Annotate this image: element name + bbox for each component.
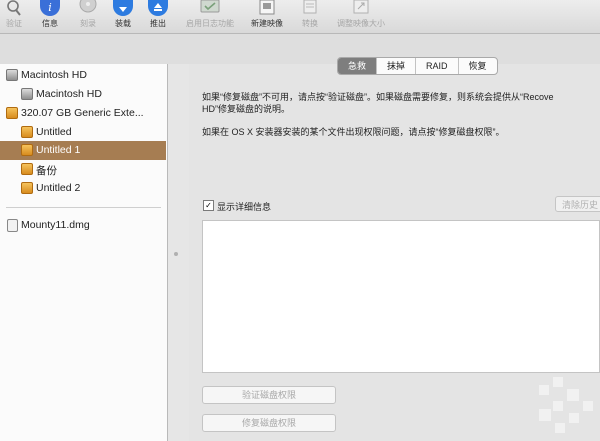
tab-bar: 急救 抹掉 RAID 恢复 xyxy=(337,57,498,75)
verify-icon xyxy=(7,0,21,16)
volume-icon xyxy=(21,163,33,175)
toolbar-convert-label: 转换 xyxy=(302,19,318,28)
sidebar-item-label: Untitled 1 xyxy=(36,144,81,156)
toolbar: 验证 i 信息 刻录 装载 推出 启用日志功能 新建映像 转换 调整映像大小 xyxy=(0,0,600,34)
svg-text:i: i xyxy=(48,1,52,14)
sidebar-item-untitled[interactable]: Untitled xyxy=(0,123,166,142)
toolbar-convert-button[interactable]: 转换 xyxy=(296,0,324,33)
sidebar-divider xyxy=(6,207,161,208)
info-icon: i xyxy=(40,0,60,16)
sidebar-item-untitled-2[interactable]: Untitled 2 xyxy=(0,179,166,198)
verify-permissions-button[interactable]: 验证磁盘权限 xyxy=(202,386,336,404)
tab-raid[interactable]: RAID xyxy=(415,58,458,74)
toolbar-burn-button[interactable]: 刻录 xyxy=(74,0,102,33)
tab-first-aid[interactable]: 急救 xyxy=(338,58,377,74)
sidebar-item-label: Mounty11.dmg xyxy=(21,219,90,231)
new-image-icon xyxy=(259,0,275,15)
toolbar-verify-button[interactable]: 验证 xyxy=(2,0,26,33)
toolbar-mount-button[interactable]: 装载 xyxy=(109,0,137,33)
convert-icon xyxy=(303,0,317,14)
toolbar-eject-button[interactable]: 推出 xyxy=(144,0,172,33)
sidebar-item-untitled-1[interactable]: Untitled 1 xyxy=(0,141,166,160)
toolbar-eject-label: 推出 xyxy=(150,19,166,28)
volume-icon xyxy=(21,182,33,194)
show-details-label: 显示详细信息 xyxy=(217,202,272,212)
sidebar-item-label: Untitled xyxy=(36,126,72,138)
sidebar-item-label: Macintosh HD xyxy=(36,88,102,100)
toolbar-mount-label: 装载 xyxy=(115,19,131,28)
disk-image-icon xyxy=(7,219,18,232)
first-aid-description-line1: 如果“修复磁盘”不可用，请点按“验证磁盘”。如果磁盘需要修复，则系统会提供从“R… xyxy=(202,92,554,102)
mount-icon xyxy=(113,0,133,16)
tab-erase[interactable]: 抹掉 xyxy=(376,58,415,74)
sidebar-item-macintosh-hd-volume[interactable]: Macintosh HD xyxy=(0,85,166,104)
eject-icon xyxy=(148,0,168,16)
tab-restore[interactable]: 恢复 xyxy=(457,58,497,74)
toolbar-info-label: 信息 xyxy=(42,19,58,28)
clear-history-button[interactable]: 清除历史 xyxy=(555,196,600,212)
toolbar-new-image-button[interactable]: 新建映像 xyxy=(246,0,288,33)
burn-icon xyxy=(79,0,97,13)
sidebar-item-label: Macintosh HD xyxy=(21,69,87,81)
show-details-checkbox[interactable]: ✓ xyxy=(203,200,214,211)
splitter-handle[interactable] xyxy=(174,252,178,256)
sidebar-item-label: 320.07 GB Generic Exte... xyxy=(21,107,144,119)
sidebar-item-backup[interactable]: 备份 xyxy=(0,160,166,179)
internal-disk-icon xyxy=(6,69,18,81)
toolbar-verify-label: 验证 xyxy=(6,19,22,28)
toolbar-journal-button[interactable]: 启用日志功能 xyxy=(180,0,240,33)
toolbar-info-button[interactable]: i 信息 xyxy=(36,0,64,33)
sidebar-item-external-disk[interactable]: 320.07 GB Generic Exte... xyxy=(0,104,166,123)
watermark-logo xyxy=(539,377,593,433)
sidebar-item-label: 备份 xyxy=(36,165,57,177)
permissions-description: 如果在 OS X 安装器安装的某个文件出现权限问题，请点按“修复磁盘权限”。 xyxy=(202,127,505,137)
details-log-area[interactable] xyxy=(202,220,600,373)
sidebar-disk-list[interactable]: Macintosh HD Macintosh HD 320.07 GB Gene… xyxy=(0,64,168,441)
toolbar-shadow-strip xyxy=(0,34,600,64)
resize-image-icon xyxy=(353,0,369,14)
toolbar-new-image-label: 新建映像 xyxy=(251,19,283,28)
journal-icon xyxy=(200,0,220,13)
toolbar-journal-label: 启用日志功能 xyxy=(186,19,234,28)
volume-icon xyxy=(21,126,33,138)
sidebar-item-mounty-dmg[interactable]: Mounty11.dmg xyxy=(0,216,166,235)
sidebar-item-macintosh-hd-disk[interactable]: Macintosh HD xyxy=(0,66,166,85)
sidebar-item-label: Untitled 2 xyxy=(36,182,81,194)
volume-icon xyxy=(21,144,33,156)
toolbar-burn-label: 刻录 xyxy=(80,19,96,28)
first-aid-description-line2: HD”修复磁盘的说明。 xyxy=(202,104,290,114)
volume-icon xyxy=(21,88,33,100)
external-disk-icon xyxy=(6,107,18,119)
toolbar-resize-image-label: 调整映像大小 xyxy=(337,19,385,28)
toolbar-resize-image-button[interactable]: 调整映像大小 xyxy=(330,0,392,33)
repair-permissions-button[interactable]: 修复磁盘权限 xyxy=(202,414,336,432)
